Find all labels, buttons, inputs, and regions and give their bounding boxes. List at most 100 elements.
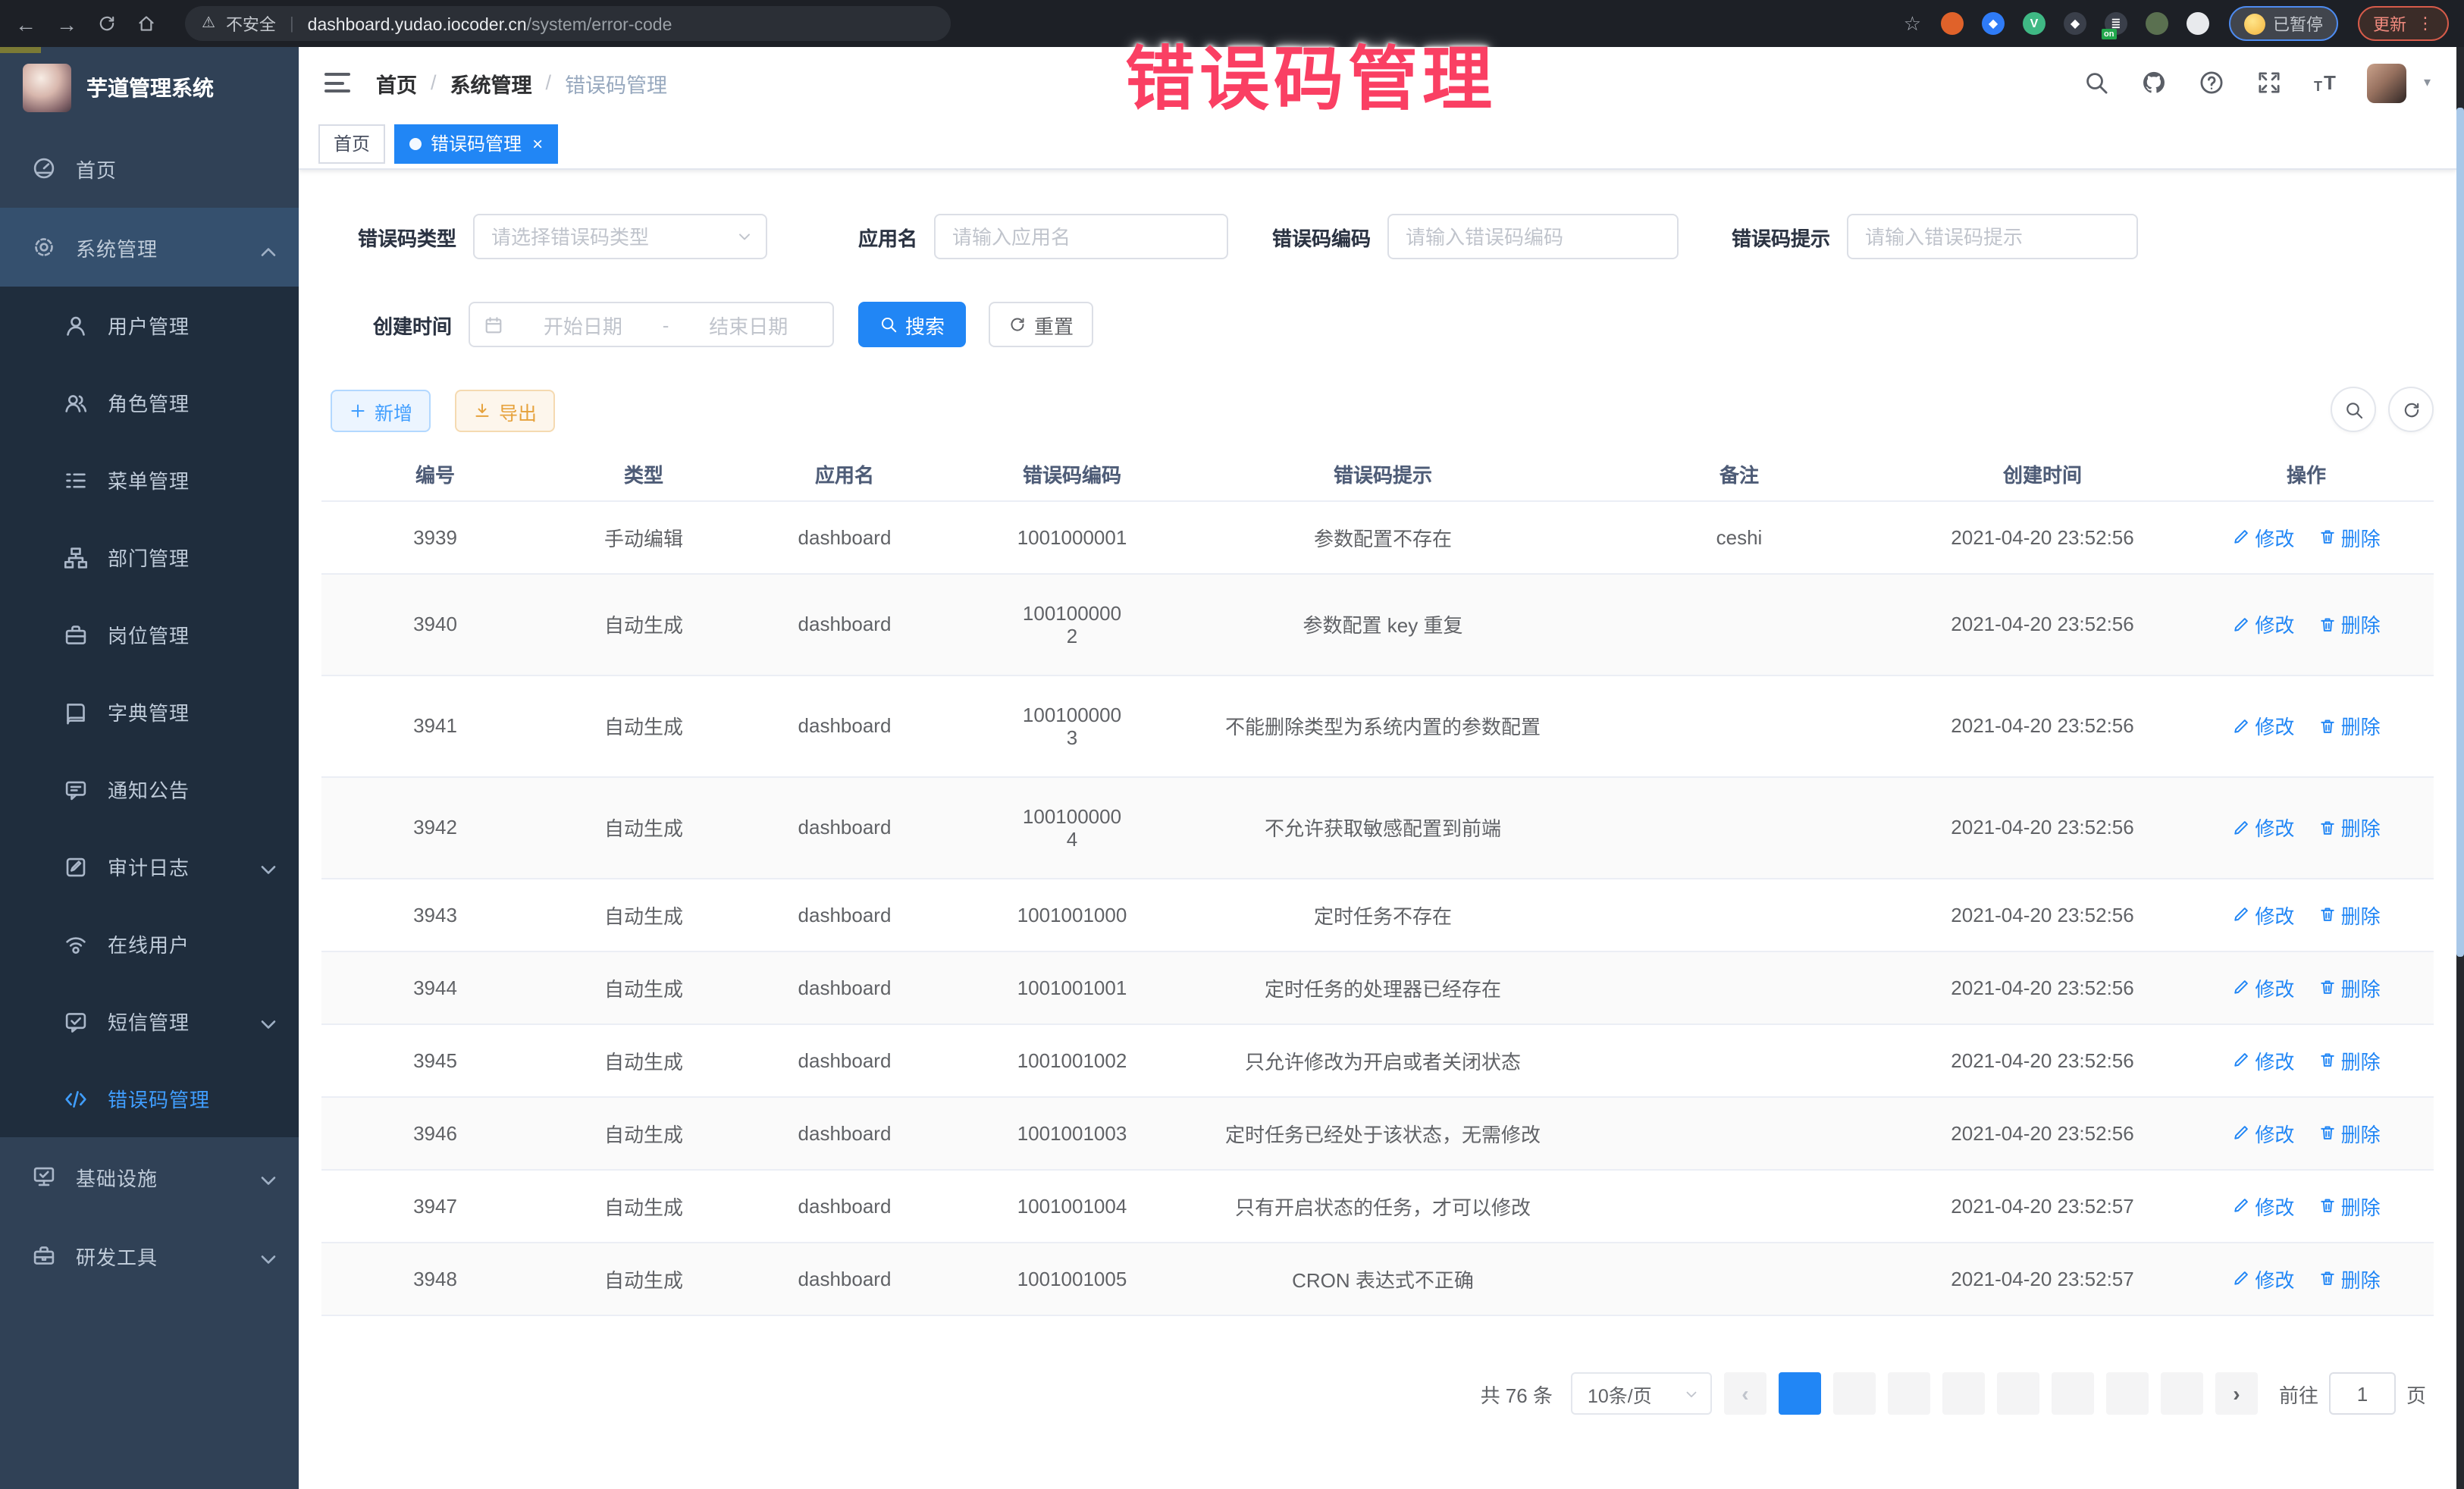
page-size-select[interactable]: 10条/页 bbox=[1571, 1372, 1712, 1415]
puzzle-extension-icon[interactable] bbox=[2187, 12, 2209, 35]
sidebar-item-infrastructure[interactable]: 基础设施 bbox=[0, 1137, 299, 1216]
gem-extension-icon[interactable]: ◆ bbox=[1982, 12, 2005, 35]
monkey-extension-icon[interactable] bbox=[2146, 12, 2168, 35]
user-avatar[interactable] bbox=[2368, 63, 2407, 102]
browser-update-chip[interactable]: 更新 ⋮ bbox=[2358, 6, 2449, 41]
breadcrumb-system[interactable]: 系统管理 bbox=[450, 67, 532, 98]
goto-page-input[interactable] bbox=[2329, 1372, 2396, 1415]
font-size-icon[interactable]: TT bbox=[2314, 71, 2336, 94]
sidebar-item-dept-mgmt[interactable]: 部门管理 bbox=[0, 519, 299, 596]
chevron-down-icon bbox=[256, 1247, 273, 1264]
cell-code: 1001000001 bbox=[951, 500, 1193, 573]
page-button-1[interactable] bbox=[1779, 1372, 1821, 1415]
prev-page-button[interactable]: ‹ bbox=[1724, 1372, 1766, 1415]
page-button-2[interactable] bbox=[1833, 1372, 1876, 1415]
edit-link[interactable]: 修改 bbox=[2232, 522, 2294, 551]
sidebar-item-system[interactable]: 系统管理 bbox=[0, 208, 299, 287]
page-button-4[interactable] bbox=[1942, 1372, 1985, 1415]
delete-link[interactable]: 删除 bbox=[2318, 610, 2381, 638]
logo-image bbox=[23, 64, 71, 112]
github-icon[interactable] bbox=[2141, 70, 2167, 96]
shield-extension-icon[interactable] bbox=[1941, 12, 1964, 35]
sidebar-item-role-mgmt[interactable]: 角色管理 bbox=[0, 364, 299, 441]
chevron-down-icon[interactable]: ▾ bbox=[2424, 74, 2431, 91]
collapse-sidebar-icon[interactable] bbox=[324, 73, 350, 92]
delete-link[interactable]: 删除 bbox=[2318, 900, 2381, 929]
cell-hint: 定时任务已经处于该状态，无需修改 bbox=[1193, 1096, 1572, 1169]
page-button-5[interactable] bbox=[1997, 1372, 2039, 1415]
app-name-input[interactable] bbox=[934, 214, 1228, 259]
back-icon[interactable]: ← bbox=[15, 13, 36, 34]
delete-link[interactable]: 删除 bbox=[2318, 813, 2381, 842]
forward-icon[interactable]: → bbox=[56, 13, 77, 34]
next-page-button[interactable]: › bbox=[2215, 1372, 2258, 1415]
delete-link[interactable]: 删除 bbox=[2318, 973, 2381, 1002]
kebab-menu-icon[interactable]: ⋮ bbox=[2417, 14, 2434, 33]
date-range-picker[interactable]: 开始日期 - 结束日期 bbox=[469, 302, 834, 347]
close-icon[interactable]: × bbox=[532, 134, 543, 152]
search-icon[interactable] bbox=[2083, 70, 2109, 96]
refresh-table-button[interactable] bbox=[2388, 387, 2434, 432]
delete-link[interactable]: 删除 bbox=[2318, 1191, 2381, 1220]
breadcrumb-home[interactable]: 首页 bbox=[376, 67, 417, 98]
scrollbar-track[interactable] bbox=[2456, 47, 2464, 1489]
sidebar-item-sms-mgmt[interactable]: 短信管理 bbox=[0, 983, 299, 1060]
page-button-6[interactable] bbox=[2052, 1372, 2094, 1415]
cell-operations: 修改 删除 bbox=[2179, 675, 2434, 776]
scrollbar-thumb[interactable] bbox=[2456, 108, 2464, 957]
page-button-3[interactable] bbox=[1888, 1372, 1930, 1415]
edit-link[interactable]: 修改 bbox=[2232, 1264, 2294, 1293]
address-bar[interactable]: ⚠ 不安全 | dashboard.yudao.iocoder.cn/syste… bbox=[185, 6, 951, 41]
edit-link[interactable]: 修改 bbox=[2232, 1191, 2294, 1220]
sidebar-item-error-code-mgmt[interactable]: 错误码管理 bbox=[0, 1060, 299, 1137]
error-type-select[interactable] bbox=[473, 214, 767, 259]
edit-link[interactable]: 修改 bbox=[2232, 900, 2294, 929]
help-icon[interactable] bbox=[2199, 70, 2224, 96]
show-search-button[interactable] bbox=[2331, 387, 2376, 432]
sidebar-item-dict-mgmt[interactable]: 字典管理 bbox=[0, 673, 299, 751]
page-button-8[interactable] bbox=[2161, 1372, 2203, 1415]
reload-icon[interactable] bbox=[97, 14, 117, 33]
delete-link[interactable]: 删除 bbox=[2318, 711, 2381, 740]
home-icon[interactable] bbox=[136, 14, 156, 33]
proxy-extension-icon[interactable]: ≣on bbox=[2105, 12, 2127, 35]
edit-pencil-icon bbox=[2232, 1124, 2250, 1142]
sidebar-item-user-mgmt[interactable]: 用户管理 bbox=[0, 287, 299, 364]
sidebar-item-notice[interactable]: 通知公告 bbox=[0, 751, 299, 828]
add-button[interactable]: 新增 bbox=[331, 390, 431, 432]
tag-home[interactable]: 首页 bbox=[318, 124, 385, 163]
sidebar-item-dev-tools[interactable]: 研发工具 bbox=[0, 1216, 299, 1295]
export-button[interactable]: 导出 bbox=[455, 390, 555, 432]
sidebar-item-home[interactable]: 首页 bbox=[0, 129, 299, 208]
delete-link[interactable]: 删除 bbox=[2318, 1264, 2381, 1293]
tag-error-code[interactable]: 错误码管理 × bbox=[394, 124, 558, 163]
download-icon bbox=[473, 402, 491, 420]
edit-link[interactable]: 修改 bbox=[2232, 1045, 2294, 1074]
table-row: 3940 自动生成 dashboard 100100000 2 参数配置 key… bbox=[321, 573, 2434, 675]
tools-icon bbox=[32, 1243, 56, 1268]
edit-link[interactable]: 修改 bbox=[2232, 1118, 2294, 1147]
reset-button[interactable]: 重置 bbox=[989, 302, 1093, 347]
edit-link[interactable]: 修改 bbox=[2232, 813, 2294, 842]
trash-icon bbox=[2318, 1196, 2337, 1215]
edit-link[interactable]: 修改 bbox=[2232, 973, 2294, 1002]
fullscreen-icon[interactable] bbox=[2256, 70, 2282, 96]
error-code-input[interactable] bbox=[1387, 214, 1679, 259]
sidebar-item-online-users[interactable]: 在线用户 bbox=[0, 905, 299, 983]
sidebar-item-menu-mgmt[interactable]: 菜单管理 bbox=[0, 441, 299, 519]
edit-link[interactable]: 修改 bbox=[2232, 711, 2294, 740]
sidebar-item-post-mgmt[interactable]: 岗位管理 bbox=[0, 596, 299, 673]
delete-link[interactable]: 删除 bbox=[2318, 1118, 2381, 1147]
cell-time: 2021-04-20 23:52:56 bbox=[1906, 500, 2179, 573]
sidebar-item-audit-log[interactable]: 审计日志 bbox=[0, 828, 299, 905]
browser-profile-chip[interactable]: 已暂停 bbox=[2229, 6, 2338, 41]
more-pages-icon[interactable] bbox=[2106, 1372, 2149, 1415]
delete-link[interactable]: 删除 bbox=[2318, 522, 2381, 551]
delete-link[interactable]: 删除 bbox=[2318, 1045, 2381, 1074]
vue-devtools-extension-icon[interactable]: V bbox=[2023, 12, 2045, 35]
search-button[interactable]: 搜索 bbox=[858, 302, 966, 347]
tiles-extension-icon[interactable]: ◆ bbox=[2064, 12, 2086, 35]
edit-link[interactable]: 修改 bbox=[2232, 610, 2294, 638]
error-hint-input[interactable] bbox=[1847, 214, 2138, 259]
bookmark-star-icon[interactable]: ☆ bbox=[1904, 11, 1921, 36]
